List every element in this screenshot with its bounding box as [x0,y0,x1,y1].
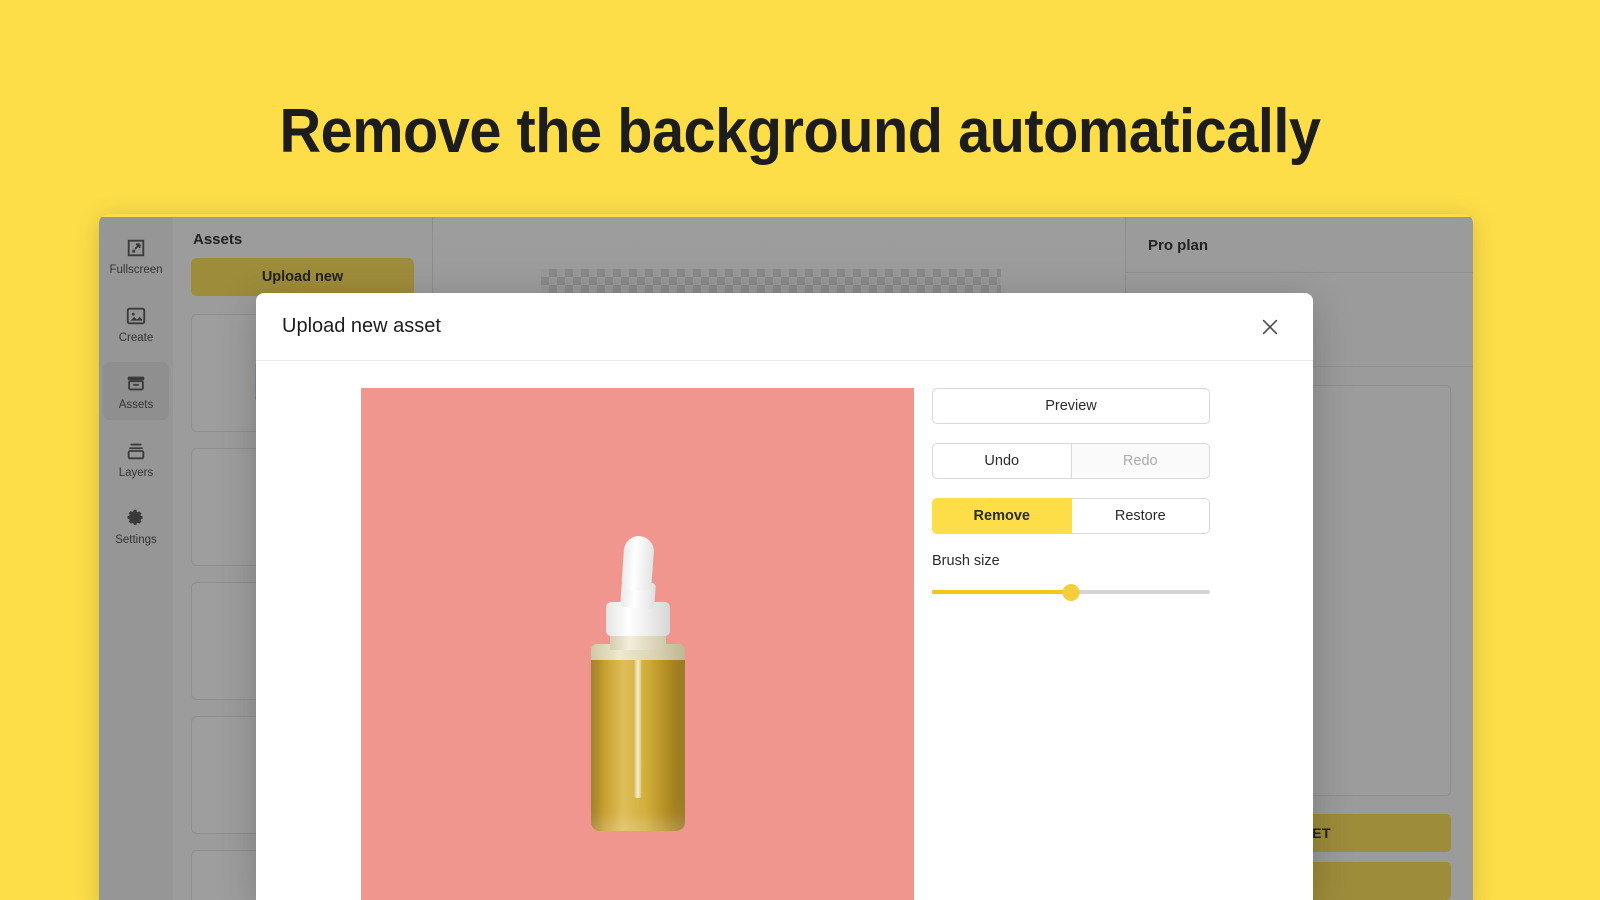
remove-restore-group: Remove Restore [932,498,1210,534]
upload-new-asset-modal: Upload new asset Preview Undo Redo Remov… [256,293,1313,900]
modal-title: Upload new asset [282,315,441,337]
close-icon[interactable] [1255,312,1285,342]
bottle-dropper-bulb [620,535,655,591]
restore-mode-button[interactable]: Restore [1071,498,1210,534]
editor-controls: Preview Undo Redo Remove Restore Brush s… [932,388,1210,900]
slider-thumb[interactable] [1062,584,1080,601]
brush-size-slider[interactable] [932,584,1210,601]
slider-fill [932,590,1071,594]
undo-button[interactable]: Undo [932,443,1072,479]
remove-mode-button[interactable]: Remove [932,498,1072,534]
image-edit-canvas[interactable] [361,388,914,900]
page-title: Remove the background automatically [279,97,1321,166]
window-accent-bar [99,214,1473,217]
preview-button[interactable]: Preview [932,388,1210,424]
brush-size-label: Brush size [932,553,1000,569]
undo-redo-group: Undo Redo [932,443,1210,479]
redo-button: Redo [1071,443,1210,479]
bottle-pipette [634,653,641,798]
